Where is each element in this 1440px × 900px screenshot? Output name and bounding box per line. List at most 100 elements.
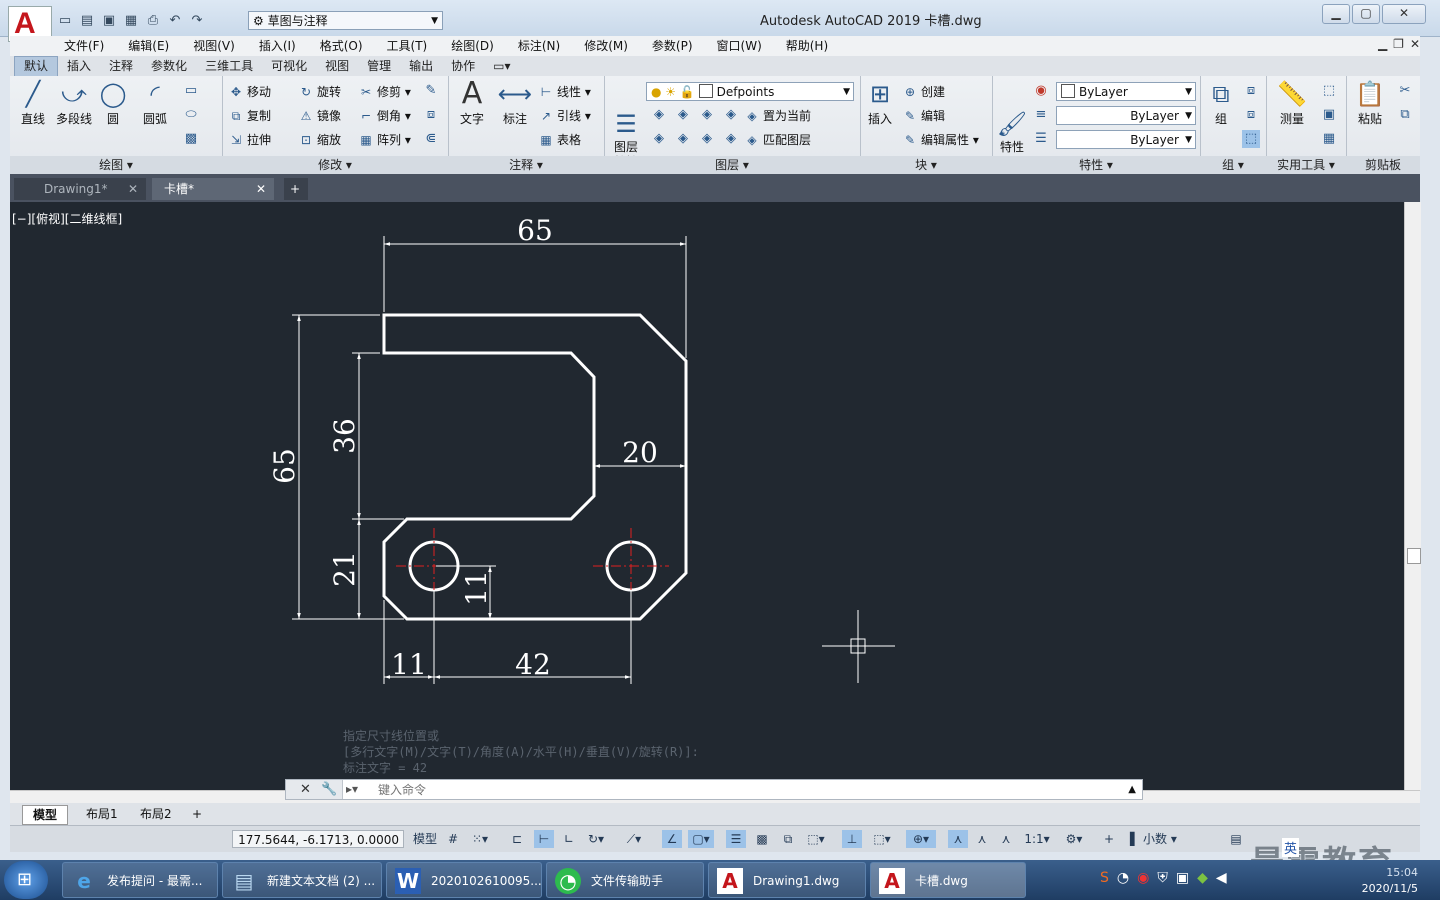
menu-edit[interactable]: 编辑(E) — [116, 36, 181, 56]
layer-freeze-icon[interactable]: ◈ — [698, 106, 716, 124]
close-icon[interactable]: ✕ — [300, 782, 311, 797]
taskbar-item-word[interactable]: W 2020102610095... — [386, 862, 542, 898]
group-edit-icon[interactable]: ⧈ — [1242, 106, 1260, 124]
layer-unlock-icon[interactable]: ◈ — [722, 130, 740, 148]
polyline-button[interactable]: ⤻ 多段线 — [52, 80, 96, 127]
linear-button[interactable]: ⊢ 线性 ▾ — [538, 82, 591, 102]
ortho-icon[interactable]: ∟ — [560, 830, 578, 848]
groups-panel-title[interactable]: 组 ▾ — [1200, 156, 1266, 174]
volume-icon[interactable]: ◀ — [1216, 870, 1227, 886]
workspace-select[interactable]: ⚙ 草图与注释 ▼ — [248, 11, 443, 30]
menu-dimension[interactable]: 标注(N) — [506, 36, 572, 56]
selection-cycling-icon[interactable]: ⧉ — [778, 830, 798, 848]
copy-clip-icon[interactable]: ⧉ — [1396, 106, 1414, 124]
polar-icon[interactable]: ↻▾ — [584, 830, 608, 848]
menu-window[interactable]: 窗口(W) — [705, 36, 774, 56]
workspace-gear-icon[interactable]: ⚙▾ — [1060, 830, 1088, 848]
match-layer-button[interactable]: ◈ 匹配图层 — [744, 130, 811, 150]
3d-osnap-icon[interactable]: ⬚▾ — [802, 830, 830, 848]
menu-parametric[interactable]: 参数(P) — [640, 36, 705, 56]
tab-parametric[interactable]: 参数化 — [142, 57, 196, 76]
copy-button[interactable]: ⧉ 复制 — [228, 106, 271, 126]
layer-off-icon[interactable]: ◈ — [650, 106, 668, 124]
text-button[interactable]: A 文字 — [454, 79, 490, 127]
properties-panel-title[interactable]: 特性 ▾ — [992, 156, 1200, 174]
hatch-icon[interactable]: ▩ — [182, 130, 200, 148]
move-button[interactable]: ✥ 移动 — [228, 82, 271, 102]
fillet-button[interactable]: ⌐ 倒角 ▾ — [358, 106, 411, 126]
drawing-canvas[interactable]: [−][俯视][二维线框] 65 65 36 20 21 11 11 42 — [10, 202, 1420, 790]
lineweight-select[interactable]: ByLayer ▼ — [1056, 130, 1196, 149]
maximize-button[interactable]: ▢ — [1352, 4, 1380, 24]
model-space-button[interactable]: 模型 — [412, 830, 438, 848]
table-button[interactable]: ▦ 表格 — [538, 130, 581, 150]
menu-insert[interactable]: 插入(I) — [247, 36, 308, 56]
calculator-icon[interactable]: ▦ — [1320, 130, 1338, 148]
lineweight-toggle-icon[interactable]: ☰ — [726, 830, 746, 848]
layer-isolate-icon[interactable]: ◈ — [674, 106, 692, 124]
menu-view[interactable]: 视图(V) — [181, 36, 247, 56]
sogou-ime-icon[interactable]: S — [1100, 870, 1109, 886]
layer-on-icon[interactable]: ◈ — [650, 130, 668, 148]
layer-lock-icon[interactable]: ◈ — [722, 106, 740, 124]
annotation-scale-icon[interactable]: ⋏ — [996, 830, 1016, 848]
menu-file[interactable]: 文件(F) — [10, 36, 116, 56]
linetype-select[interactable]: ByLayer ▼ — [1056, 106, 1196, 125]
network-icon[interactable]: ▣ — [1176, 870, 1189, 886]
circle-button[interactable]: ◯ 圆 — [96, 80, 130, 127]
security-shield-icon[interactable]: ⛨ — [1157, 870, 1168, 886]
close-icon[interactable]: ✕ — [256, 178, 266, 200]
wrench-icon[interactable]: 🔧 — [321, 782, 337, 797]
dynamic-ucs-icon[interactable]: ⊥ — [842, 830, 862, 848]
annotation-visibility-icon[interactable]: ⋏ — [948, 830, 968, 848]
nvidia-icon[interactable]: ◆ — [1197, 870, 1208, 886]
tab-visualize[interactable]: 可视化 — [262, 57, 316, 76]
group-select-icon[interactable]: ⬚ — [1242, 130, 1260, 148]
mirror-button[interactable]: ⚠ 镜像 — [298, 106, 341, 126]
command-input[interactable] — [376, 780, 1080, 801]
layer-select[interactable]: ● ☀ 🔓 Defpoints ▼ — [646, 82, 854, 101]
ungroup-icon[interactable]: ⧈ — [1242, 82, 1260, 100]
menu-tools[interactable]: 工具(T) — [375, 36, 440, 56]
array-button[interactable]: ▦ 阵列 ▾ — [358, 130, 411, 150]
doc-tab-drawing1[interactable]: Drawing1* ✕ — [14, 178, 146, 200]
snap-icon[interactable]: ⁙▾ — [468, 830, 492, 848]
vertical-scrollbar[interactable] — [1404, 202, 1421, 790]
doc-minimize-icon[interactable]: ▁ — [1378, 37, 1387, 51]
erase-icon[interactable]: ✎ — [422, 82, 440, 100]
tab-3d-tools[interactable]: 三维工具 — [196, 57, 262, 76]
insert-block-button[interactable]: ⊞ 插入 — [862, 80, 898, 127]
tab-view[interactable]: 视图 — [316, 57, 358, 76]
tab-collaborate[interactable]: 协作 — [442, 57, 484, 76]
tab-default[interactable]: 默认 — [14, 56, 59, 76]
tab-layout1[interactable]: 布局1 — [76, 805, 128, 823]
save-icon[interactable]: ▣ — [100, 12, 118, 30]
coordinate-readout[interactable]: 177.5644, -6.1713, 0.0000 — [232, 830, 404, 848]
command-prompt-icon[interactable]: ▸▾ — [346, 780, 358, 799]
set-current-button[interactable]: ◈ 置为当前 — [744, 106, 811, 126]
explode-icon[interactable]: ⧈ — [422, 106, 440, 124]
tab-output[interactable]: 输出 — [400, 57, 442, 76]
undo-icon[interactable]: ↶ — [166, 12, 184, 30]
color-wheel-icon[interactable]: ◉ — [1032, 82, 1050, 100]
selection-filter-icon[interactable]: ⬚▾ — [868, 830, 896, 848]
transparency-icon[interactable]: ▩ — [752, 830, 772, 848]
taskbar-item-wechat[interactable]: ◔ 文件传输助手 — [546, 862, 704, 898]
doc-restore-icon[interactable]: ❐ — [1393, 37, 1404, 51]
paste-button[interactable]: 📋 粘贴 — [1352, 80, 1388, 127]
linetype-icon[interactable]: ≡ — [1032, 106, 1050, 124]
close-icon[interactable]: ✕ — [128, 178, 138, 200]
ellipse-icon[interactable]: ⬭ — [182, 106, 200, 124]
quick-select-icon[interactable]: ⬚ — [1320, 82, 1338, 100]
ribbon-toggle-icon[interactable]: ▭▾ — [484, 57, 519, 76]
offset-icon[interactable]: ⋐ — [422, 130, 440, 148]
layers-panel-title[interactable]: 图层 ▾ — [604, 156, 860, 174]
new-file-icon[interactable]: ▭ — [56, 12, 74, 30]
tab-manage[interactable]: 管理 — [358, 57, 400, 76]
gizmo-icon[interactable]: ⊕▾ — [906, 830, 936, 848]
menu-modify[interactable]: 修改(M) — [572, 36, 640, 56]
scale-button[interactable]: ⊡ 缩放 — [298, 130, 341, 150]
arc-button[interactable]: ◜ 圆弧 — [136, 80, 174, 127]
quick-properties-icon[interactable]: ▤ — [1226, 830, 1246, 848]
stretch-button[interactable]: ⇲ 拉伸 — [228, 130, 271, 150]
